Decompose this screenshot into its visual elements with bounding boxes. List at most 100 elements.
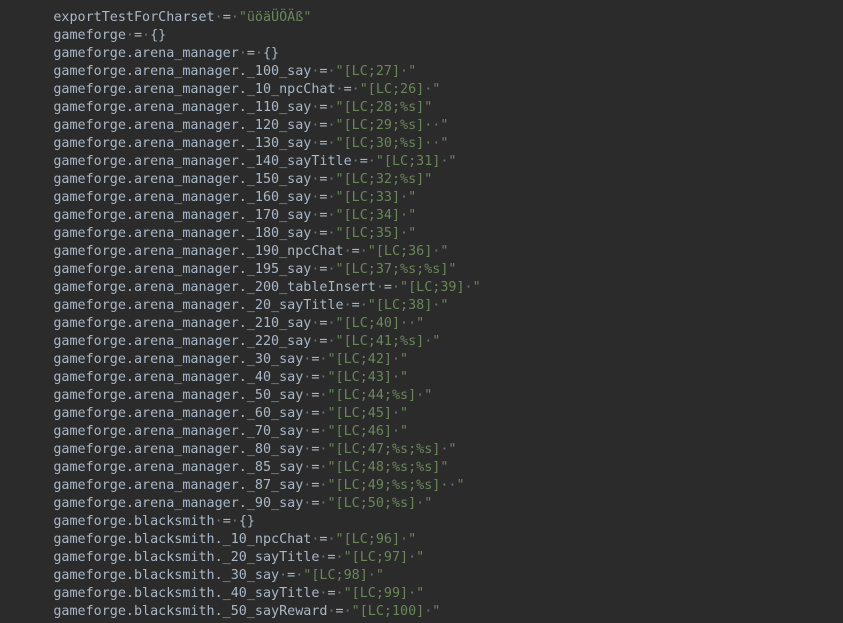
property-key: exportTestForCharset [53,10,215,25]
whitespace-marker: · [230,10,239,25]
whitespace-marker: · [359,298,368,313]
vertical-scrollbar[interactable] [835,0,843,623]
quote-mark: " [335,226,344,241]
property-value: [LC;46] [335,424,392,439]
property-key: gameforge.arena_manager._190_npcChat [53,244,344,259]
whitespace-marker: · [400,226,409,241]
quote-mark: " [400,370,409,385]
code-lines: exportTestForCharset·=·"üöäÜÖÄß" gamefor… [5,0,843,623]
quote-mark: " [375,154,384,169]
property-value: [LC;42] [335,352,392,367]
quote-mark: " [416,586,425,601]
whitespace-marker: · [408,550,417,565]
property-key: gameforge.blacksmith._10_npcChat [53,532,312,547]
assign-operator: = [327,586,336,601]
property-value: [LC;45] [335,406,392,421]
property-value: [LC;48;%s;%s] [335,460,441,475]
quote-mark: " [335,64,344,79]
assign-operator: = [359,154,368,169]
whitespace-marker: · [230,514,239,529]
quote-mark: " [359,82,368,97]
quote-mark: " [424,172,433,187]
code-editor[interactable]: exportTestForCharset·=·"üöäÜÖÄß" gamefor… [0,0,843,623]
property-key: gameforge [53,28,126,43]
whitespace-marker: · [327,100,336,115]
whitespace-marker: · [343,298,352,313]
whitespace-marker: · [359,244,368,259]
property-value: [LC;96] [343,532,401,547]
property-key: gameforge.blacksmith._40_sayTitle [53,586,320,601]
property-key: gameforge.arena_manager._10_npcChat [53,82,336,97]
assign-operator: = [383,280,392,295]
property-key: gameforge.arena_manager._180_say [53,226,312,241]
whitespace-marker: · [391,352,401,367]
property-key: gameforge.arena_manager._90_say [53,496,304,511]
property-value: [LC;28;%s] [343,100,425,115]
whitespace-marker: · [464,280,473,295]
quote-mark: " [335,172,344,187]
whitespace-marker: · [351,154,360,169]
quote-mark: " [335,118,344,133]
quote-mark: " [408,190,417,205]
quote-mark: " [327,478,336,493]
whitespace-marker: · [327,136,336,151]
property-key: gameforge.arena_manager._40_say [53,370,304,385]
property-key: gameforge.arena_manager._160_say [53,190,312,205]
property-value: [LC;40]· [343,316,409,331]
whitespace-marker: · [327,604,336,619]
property-key: gameforge.arena_manager._50_say [53,388,304,403]
whitespace-marker: · [327,262,336,277]
assign-operator: = [343,82,352,97]
whitespace-marker: · [400,190,409,205]
property-key: gameforge.blacksmith [53,514,215,529]
property-value: [LC;44;%s] [335,388,417,403]
quote-mark: " [424,100,433,115]
whitespace-marker: · [214,514,223,529]
quote-mark: " [448,154,457,169]
property-value: [LC;29;%s]· [343,118,433,133]
quote-mark: " [432,82,441,97]
whitespace-marker: · [238,46,247,61]
quote-mark: " [335,208,344,223]
whitespace-marker: · [408,586,417,601]
quote-mark: " [440,118,449,133]
quote-mark: " [327,388,336,403]
whitespace-marker: · [400,532,409,547]
quote-mark: " [472,280,481,295]
whitespace-marker: · [391,424,401,439]
quote-mark: " [400,406,409,421]
whitespace-marker: · [125,28,134,43]
property-value: [LC;38] [375,298,433,313]
quote-mark: " [343,586,352,601]
whitespace-marker: · [327,532,336,547]
quote-mark: " [400,280,409,295]
assign-operator: = [351,244,360,259]
quote-mark: " [408,226,417,241]
whitespace-marker: · [327,172,336,187]
property-value: {} [263,46,280,61]
assign-operator: = [246,46,255,61]
property-value: [LC;31] [383,154,441,169]
whitespace-marker: · [327,190,336,205]
quote-mark: " [335,316,344,331]
quote-mark: " [351,604,360,619]
property-value: [LC;41;%s] [343,334,425,349]
property-key: gameforge.arena_manager._120_say [53,118,312,133]
whitespace-marker: · [327,118,336,133]
whitespace-marker: · [335,82,344,97]
quote-mark: " [327,370,336,385]
whitespace-marker: · [327,226,336,241]
quote-mark: " [408,208,417,223]
quote-mark: " [335,334,344,349]
property-value: {} [150,28,167,43]
property-value: [LC;36] [375,244,433,259]
quote-mark: " [303,10,312,25]
code-line[interactable]: exportTestForCharset·=·"üöäÜÖÄß" [5,0,843,25]
property-key: gameforge.arena_manager._30_say [53,352,304,367]
quote-mark: " [335,532,344,547]
property-value: {} [238,514,255,529]
quote-mark: " [416,316,425,331]
property-key: gameforge.blacksmith._20_sayTitle [53,550,320,565]
property-value: [LC;35] [343,226,401,241]
whitespace-marker: · [343,604,352,619]
